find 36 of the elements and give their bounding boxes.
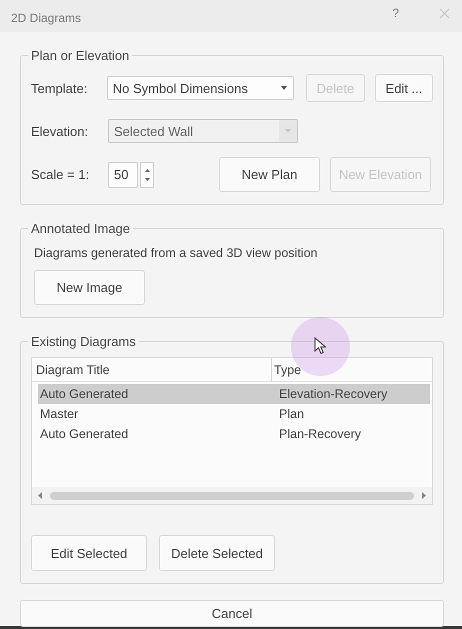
cancel-button[interactable]: Cancel: [20, 600, 444, 627]
scrollbar-thumb[interactable]: [50, 492, 414, 500]
scroll-left-icon: [38, 492, 42, 499]
delete-selected-button[interactable]: Delete Selected: [159, 535, 275, 571]
new-plan-button[interactable]: New Plan: [219, 157, 320, 192]
scroll-right-icon: [422, 492, 426, 499]
table-cell-text: Master: [39, 407, 80, 421]
table-cell: Plan: [279, 407, 304, 421]
new-image-button[interactable]: New Image: [34, 270, 145, 305]
table-cell: Plan-Recovery: [279, 427, 361, 441]
table-row[interactable]: Auto Generated Plan-Recovery: [38, 424, 430, 444]
table-cell: Elevation-Recovery: [279, 387, 388, 401]
dropdown-arrow-icon: [280, 86, 287, 90]
edit-selected-button[interactable]: Edit Selected: [31, 535, 147, 571]
help-button[interactable]: ?: [392, 6, 399, 20]
field-label: Elevation:: [31, 124, 90, 138]
close-icon[interactable]: [439, 8, 450, 18]
field-label: Scale = 1:: [31, 167, 90, 182]
edit-button[interactable]: Edit ...: [374, 74, 434, 102]
group-title: Annotated Image: [30, 221, 132, 236]
up-arrow-icon: [144, 168, 150, 172]
table-row[interactable]: Master Plan: [38, 404, 430, 424]
table-cell-text: Auto Generated: [39, 427, 130, 441]
field-label: Template:: [31, 80, 88, 96]
window-title: 2D Diagrams: [11, 11, 82, 25]
down-arrow-icon: [144, 178, 150, 180]
spin-buttons[interactable]: [140, 162, 154, 188]
table-row[interactable]: Auto Generated Elevation-Recovery: [38, 384, 430, 404]
description-text: Diagrams generated from a saved 3D view position: [34, 246, 318, 260]
table-cell-text: Auto Generated: [39, 387, 130, 401]
group-title: Existing Diagrams: [30, 334, 137, 349]
group-title: Plan or Elevation: [30, 48, 130, 63]
cursor-icon: [314, 337, 326, 355]
scale-field[interactable]: 50: [108, 162, 138, 188]
horizontal-scrollbar[interactable]: [32, 487, 432, 504]
dropdown[interactable]: No Symbol Dimensions: [106, 76, 294, 100]
